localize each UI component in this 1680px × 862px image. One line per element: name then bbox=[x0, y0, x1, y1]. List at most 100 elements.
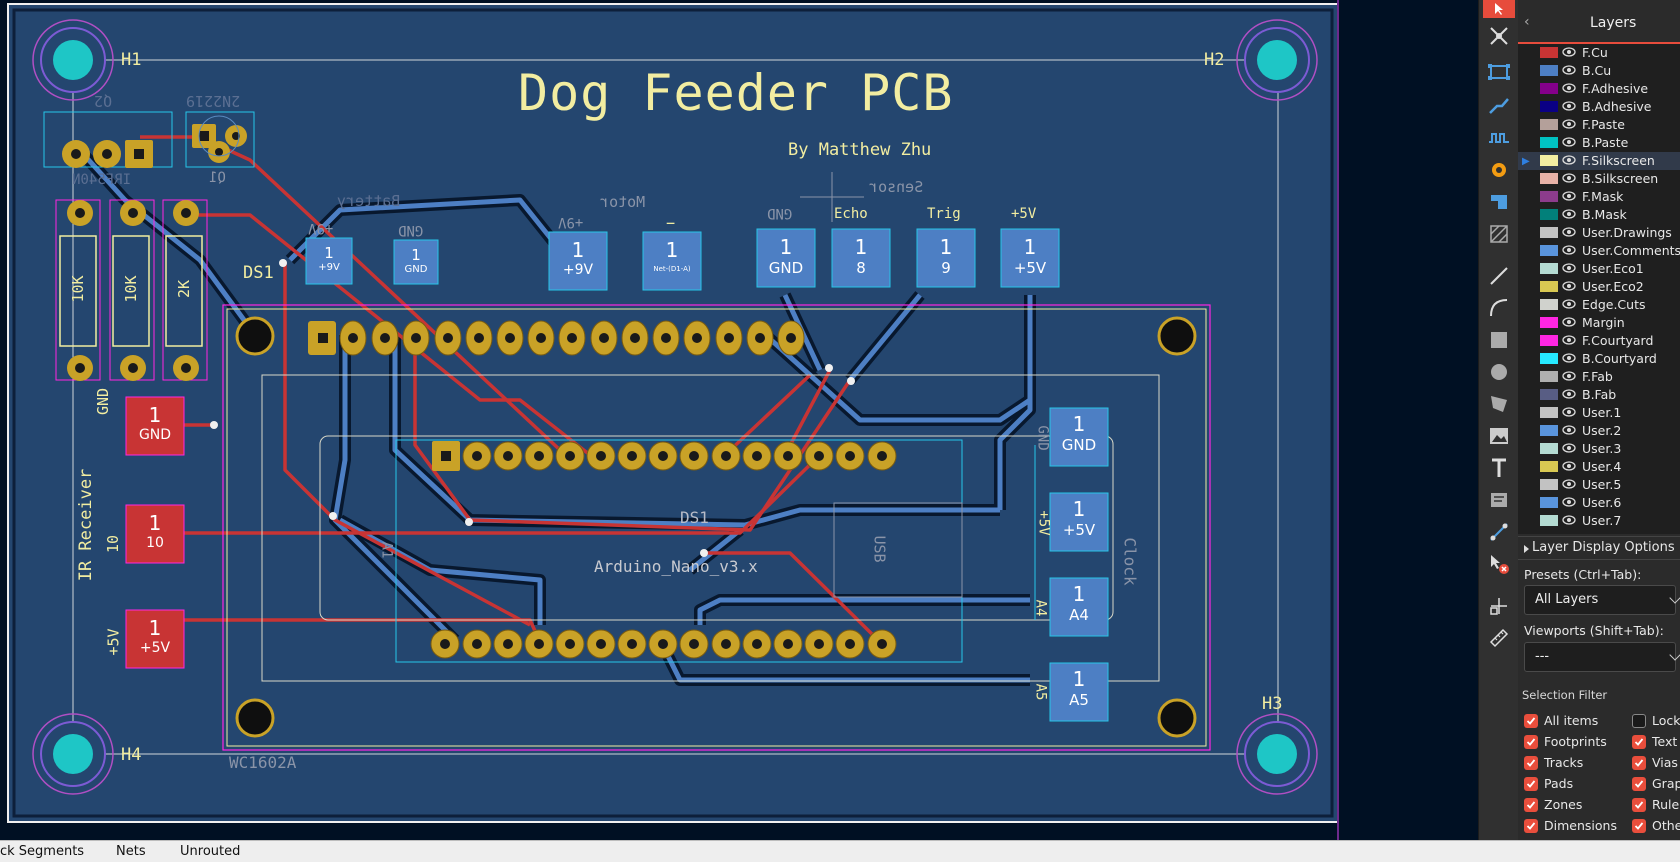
layer-color-swatch[interactable] bbox=[1540, 407, 1558, 418]
layer-color-swatch[interactable] bbox=[1540, 353, 1558, 364]
layer-color-swatch[interactable] bbox=[1540, 335, 1558, 346]
visibility-eye-icon[interactable] bbox=[1562, 99, 1576, 113]
nano-header-top[interactable] bbox=[432, 441, 897, 471]
checkmark-icon[interactable] bbox=[1632, 797, 1646, 812]
visibility-eye-icon[interactable] bbox=[1562, 135, 1576, 149]
q2-pads[interactable] bbox=[62, 140, 153, 168]
filter-checkbox[interactable]: Text bbox=[1632, 734, 1677, 749]
checkmark-icon[interactable] bbox=[1632, 776, 1646, 791]
layer-row[interactable]: User.3 bbox=[1518, 440, 1680, 458]
select-tool-icon[interactable] bbox=[1483, 0, 1515, 18]
pcb-canvas[interactable]: Dog Feeder PCB By Matthew Zhu H1 H2 H3 H… bbox=[0, 0, 1478, 840]
layer-color-swatch[interactable] bbox=[1540, 191, 1558, 202]
layer-row[interactable]: F.Adhesive bbox=[1518, 80, 1680, 98]
filter-checkbox[interactable]: Vias bbox=[1632, 755, 1678, 770]
layer-row[interactable]: Edge.Cuts bbox=[1518, 296, 1680, 314]
layer-color-swatch[interactable] bbox=[1540, 389, 1558, 400]
layer-row[interactable]: B.Cu bbox=[1518, 62, 1680, 80]
layer-row[interactable]: User.4 bbox=[1518, 458, 1680, 476]
layer-color-swatch[interactable] bbox=[1540, 155, 1558, 166]
visibility-eye-icon[interactable] bbox=[1562, 441, 1576, 455]
add-textbox-icon[interactable] bbox=[1483, 486, 1515, 514]
layer-color-swatch[interactable] bbox=[1540, 101, 1558, 112]
layer-row[interactable]: F.Cu bbox=[1518, 44, 1680, 62]
layer-color-swatch[interactable] bbox=[1540, 263, 1558, 274]
checkmark-icon[interactable] bbox=[1524, 713, 1538, 728]
visibility-eye-icon[interactable] bbox=[1562, 423, 1576, 437]
pad-sens-5v[interactable]: 1 +5V bbox=[1001, 229, 1059, 287]
layer-list[interactable]: F.Cu B.Cu F.Adhesive B.Adhesive F.Paste B.Pas… bbox=[1518, 44, 1680, 534]
draw-line-icon[interactable] bbox=[1483, 262, 1515, 290]
panel-tab-layers[interactable]: Layers bbox=[1590, 15, 1636, 31]
layer-row[interactable]: F.Courtyard bbox=[1518, 332, 1680, 350]
layer-color-swatch[interactable] bbox=[1540, 371, 1558, 382]
layer-display-options[interactable]: Layer Display Options bbox=[1518, 536, 1680, 560]
visibility-eye-icon[interactable] bbox=[1562, 459, 1576, 473]
visibility-eye-icon[interactable] bbox=[1562, 369, 1576, 383]
draw-rectangle-icon[interactable] bbox=[1483, 326, 1515, 354]
visibility-eye-icon[interactable] bbox=[1562, 279, 1576, 293]
layer-row[interactable]: User.Eco2 bbox=[1518, 278, 1680, 296]
checkmark-icon[interactable] bbox=[1524, 797, 1538, 812]
pad-batt-gnd[interactable]: 1 GND bbox=[394, 240, 438, 284]
pcb-board-view[interactable] bbox=[0, 0, 1478, 840]
add-image-icon[interactable] bbox=[1483, 422, 1515, 450]
layer-row[interactable]: User.1 bbox=[1518, 404, 1680, 422]
layer-row[interactable]: User.Drawings bbox=[1518, 224, 1680, 242]
checkmark-icon[interactable] bbox=[1632, 755, 1646, 770]
pad-clk-gnd[interactable]: 1 GND bbox=[1050, 408, 1108, 466]
layer-row[interactable]: Margin bbox=[1518, 314, 1680, 332]
local-ratsnest-icon[interactable] bbox=[1483, 22, 1515, 50]
layer-color-swatch[interactable] bbox=[1540, 425, 1558, 436]
visibility-eye-icon[interactable] bbox=[1562, 207, 1576, 221]
layer-color-swatch[interactable] bbox=[1540, 461, 1558, 472]
visibility-eye-icon[interactable] bbox=[1562, 171, 1576, 185]
add-text-icon[interactable] bbox=[1483, 454, 1515, 482]
visibility-eye-icon[interactable] bbox=[1562, 243, 1576, 257]
rule-area-icon[interactable] bbox=[1483, 220, 1515, 248]
layer-row[interactable]: B.Paste bbox=[1518, 134, 1680, 152]
layer-color-swatch[interactable] bbox=[1540, 479, 1558, 490]
filter-checkbox[interactable]: Tracks bbox=[1524, 755, 1583, 770]
visibility-eye-icon[interactable] bbox=[1562, 81, 1576, 95]
add-footprint-icon[interactable] bbox=[1483, 58, 1515, 86]
layer-color-swatch[interactable] bbox=[1540, 137, 1558, 148]
visibility-eye-icon[interactable] bbox=[1562, 405, 1576, 419]
nano-header-bottom[interactable] bbox=[430, 629, 897, 659]
pad-sens-gnd[interactable]: 1 GND bbox=[757, 229, 815, 287]
filter-checkbox[interactable]: Locked items bbox=[1632, 713, 1680, 728]
visibility-eye-icon[interactable] bbox=[1562, 495, 1576, 509]
layer-row[interactable]: B.Adhesive bbox=[1518, 98, 1680, 116]
visibility-eye-icon[interactable] bbox=[1562, 387, 1576, 401]
visibility-eye-icon[interactable] bbox=[1562, 63, 1576, 77]
layer-row[interactable]: User.5 bbox=[1518, 476, 1680, 494]
checkmark-icon[interactable] bbox=[1632, 818, 1646, 833]
visibility-eye-icon[interactable] bbox=[1562, 189, 1576, 203]
add-zone-icon[interactable] bbox=[1483, 188, 1515, 216]
layer-row[interactable]: User.Comments bbox=[1518, 242, 1680, 260]
viewports-select[interactable]: --- bbox=[1524, 642, 1680, 672]
draw-circle-icon[interactable] bbox=[1483, 358, 1515, 386]
pad-ir-5v[interactable]: 1 +5V bbox=[126, 610, 184, 668]
layer-row[interactable]: B.Courtyard bbox=[1518, 350, 1680, 368]
layer-row[interactable]: F.Fab bbox=[1518, 368, 1680, 386]
layer-color-swatch[interactable] bbox=[1540, 515, 1558, 526]
layer-color-swatch[interactable] bbox=[1540, 227, 1558, 238]
layer-row[interactable]: User.7 bbox=[1518, 512, 1680, 530]
layer-row[interactable]: F.Paste bbox=[1518, 116, 1680, 134]
layer-color-swatch[interactable] bbox=[1540, 245, 1558, 256]
add-via-icon[interactable] bbox=[1483, 156, 1515, 184]
panel-back-button[interactable]: ‹ bbox=[1524, 14, 1530, 30]
pad-clk-5v[interactable]: 1 +5V bbox=[1050, 493, 1108, 551]
filter-checkbox[interactable]: All items bbox=[1524, 713, 1598, 728]
tune-length-icon[interactable] bbox=[1483, 124, 1515, 152]
filter-checkbox[interactable]: Footprints bbox=[1524, 734, 1607, 749]
checkmark-icon[interactable] bbox=[1524, 818, 1538, 833]
delete-tool-icon[interactable] bbox=[1483, 550, 1515, 578]
grid-origin-icon[interactable] bbox=[1483, 592, 1515, 620]
pad-ir-10[interactable]: 1 10 bbox=[126, 505, 184, 563]
visibility-eye-icon[interactable] bbox=[1562, 261, 1576, 275]
layer-color-swatch[interactable] bbox=[1540, 281, 1558, 292]
layer-row[interactable]: User.Eco1 bbox=[1518, 260, 1680, 278]
layer-color-swatch[interactable] bbox=[1540, 317, 1558, 328]
